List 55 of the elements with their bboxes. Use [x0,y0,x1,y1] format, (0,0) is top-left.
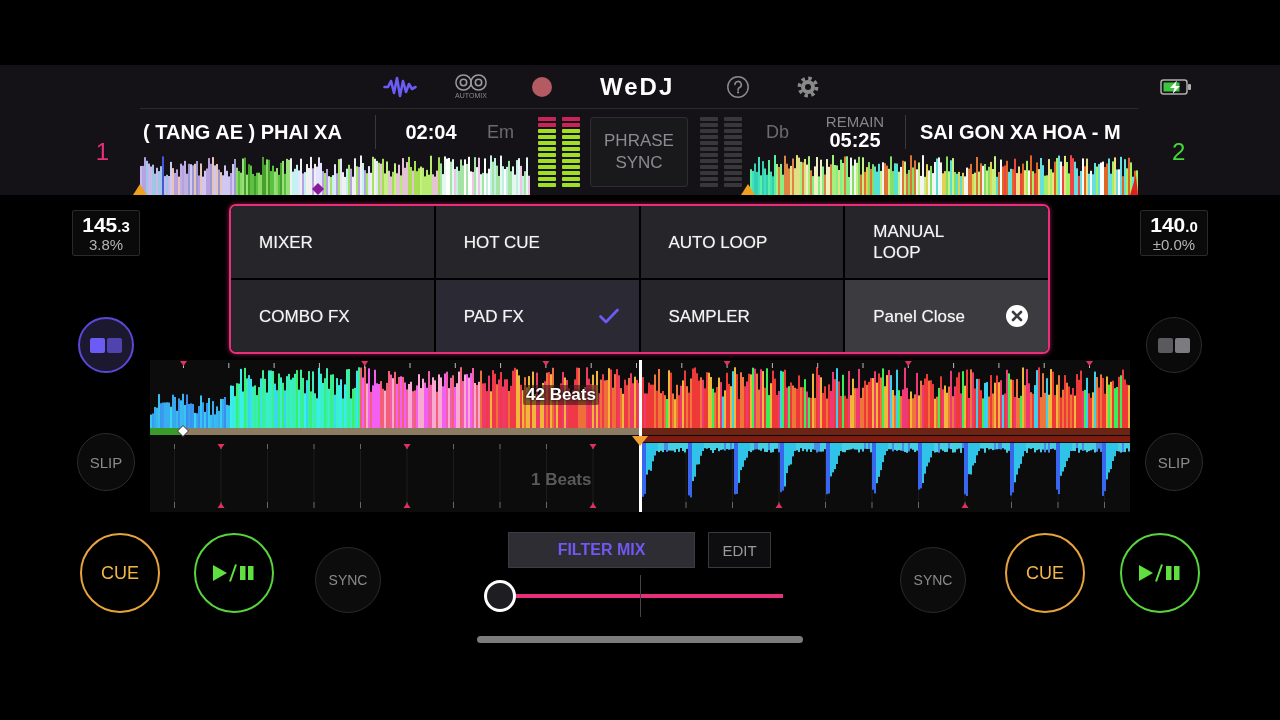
two-squares-icon [90,337,122,353]
play-pause-icon [1139,564,1181,582]
mode-button[interactable]: PAD FX [435,280,639,352]
edit-button[interactable]: EDIT [708,532,771,568]
cue-button[interactable]: CUE [80,533,160,613]
mode-button[interactable]: HOT CUE [435,206,639,278]
pitch-percent: ±0.0% [1152,236,1196,253]
level-meter [700,117,742,187]
track-key: Em [487,122,514,142]
check-icon [598,308,619,324]
position-marker-icon [133,184,147,195]
slider-thumb[interactable] [484,580,516,612]
cue-button[interactable]: CUE [1005,533,1085,613]
track-key: Db [766,122,789,142]
mode-button[interactable]: MIXER [231,206,434,278]
mode-button[interactable]: MANUAL LOOP [845,206,1048,278]
app-logo: WeDJ [600,72,676,101]
settings-icon[interactable] [797,75,819,98]
slip-button[interactable]: SLIP [77,433,135,491]
sync-button[interactable]: SYNC [315,547,381,613]
waveform-icon[interactable] [383,75,417,98]
deck-number: 1 [95,138,109,166]
sync-button[interactable]: SYNC [900,547,966,613]
level-meter [538,117,580,187]
cue-marker-icon [312,183,324,195]
bpm-value: 145.3 [82,213,130,237]
deck-layout-button[interactable] [78,317,134,373]
beats-label: 1 Beats [530,470,593,490]
deck-layout-button[interactable] [1146,317,1202,373]
pitch-percent: 3.8% [88,236,124,253]
track-title: ( TANG AE ) PHAI XA [143,121,342,143]
slip-button[interactable]: SLIP [1145,433,1203,491]
mode-button[interactable]: SAMPLER [640,280,844,352]
end-marker-icon [1130,175,1138,195]
panel-close-button[interactable]: Panel Close [845,280,1048,352]
playhead-marker-icon [632,436,648,446]
track-title: SAI GON XA HOA - M [920,121,1121,143]
mode-button[interactable]: COMBO FX [231,280,434,352]
play-pause-icon [213,564,255,582]
track-time: 05:25 [829,128,881,151]
record-icon[interactable] [532,76,552,97]
close-icon [1006,305,1028,327]
bpm-value: 140.0 [1150,213,1198,237]
two-squares-icon [1158,337,1190,353]
cue-marker-icon [177,425,189,437]
time-mode-label: REMAIN [825,113,885,129]
position-marker-icon [741,184,755,195]
deck-number: 2 [1172,138,1186,166]
beats-label: 42 Beats [523,385,599,405]
mode-button[interactable]: AUTO LOOP [640,206,844,278]
battery-icon [1160,78,1192,95]
phrase-sync-button[interactable]: PHRASE SYNC [590,117,688,187]
track-time: 02:04 [405,121,457,143]
two-rings-icon [455,73,487,91]
help-icon[interactable] [727,75,749,98]
